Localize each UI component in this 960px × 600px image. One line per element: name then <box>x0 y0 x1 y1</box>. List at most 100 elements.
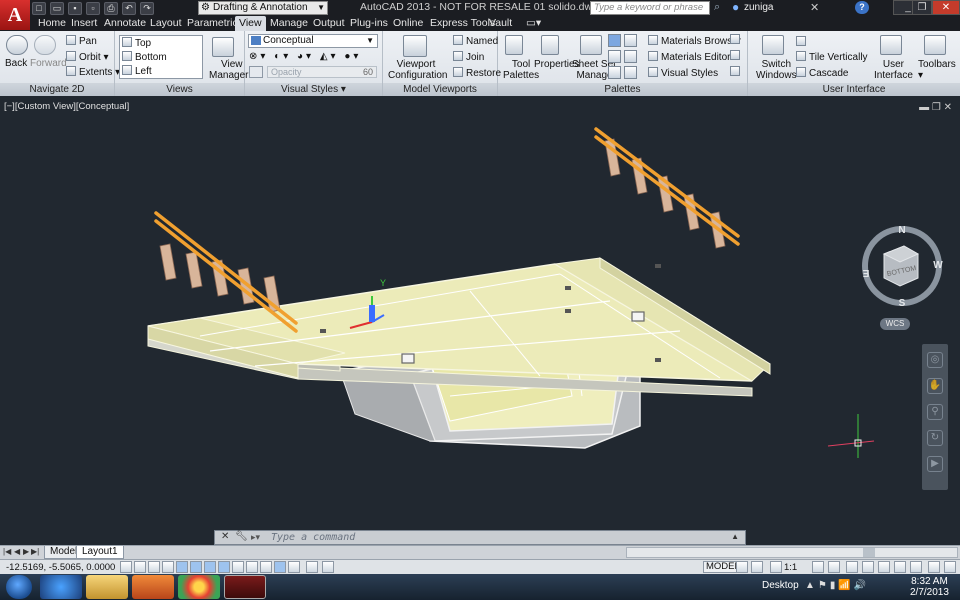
ortho-mode-icon[interactable] <box>162 561 174 573</box>
system-tray-icons[interactable]: ▲⚑▮📶🔊 <box>805 580 869 591</box>
view-item-bottom[interactable]: Bottom <box>122 51 167 63</box>
annotation-scale[interactable]: 1:1 <box>784 562 797 573</box>
grid-display-icon[interactable] <box>148 561 160 573</box>
palette-toggle-icon[interactable] <box>608 34 621 47</box>
close-icon[interactable]: ✕ <box>221 531 229 542</box>
annotation-monitor-icon[interactable] <box>322 561 334 573</box>
palette-toggle-icon[interactable] <box>624 66 637 79</box>
command-input[interactable]: Type a command <box>271 532 355 543</box>
visual-style-dropdown[interactable]: Conceptual ▼ <box>248 34 378 48</box>
lineweight-icon[interactable] <box>260 561 272 573</box>
transparency-icon[interactable] <box>274 561 286 573</box>
first-layout-icon[interactable]: |◀ <box>3 547 11 556</box>
plot-icon[interactable]: ⎙ <box>104 1 118 15</box>
redo-icon[interactable]: ↷ <box>140 1 154 15</box>
materials-editor-button[interactable]: Materials Editor <box>648 51 730 63</box>
visual-styles-palette-button[interactable]: Visual Styles <box>648 67 718 79</box>
visual-style-toolbar[interactable]: ⊗▾ ◐▾ ◕▾ ◭▾ ●▾ <box>249 51 361 62</box>
undo-icon[interactable]: ↶ <box>122 1 136 15</box>
close-button[interactable]: ✕ <box>932 0 960 15</box>
snap-mode-icon[interactable] <box>134 561 146 573</box>
media-player-icon[interactable] <box>132 575 174 599</box>
hardware-acceleration-icon[interactable] <box>878 561 890 573</box>
forward-button[interactable]: Forward <box>30 58 67 69</box>
next-layout-icon[interactable]: ▶ <box>23 547 29 556</box>
desktop-toolbar-label[interactable]: Desktop <box>762 580 799 591</box>
search-input[interactable]: Type a keyword or phrase <box>590 1 710 15</box>
compass-south[interactable]: S <box>899 298 906 308</box>
start-button[interactable] <box>6 575 32 599</box>
clock[interactable]: 8:32 AM 2/7/2013 <box>910 576 949 598</box>
compass-west[interactable]: W <box>933 260 943 271</box>
tab-online[interactable]: Online <box>389 16 427 31</box>
palette-toggle-icon[interactable] <box>624 34 637 47</box>
autocad-taskbar-icon[interactable] <box>224 575 266 599</box>
view-item-top[interactable]: Top <box>122 37 151 49</box>
object-snap-tracking-icon[interactable] <box>218 561 230 573</box>
back-icon[interactable] <box>6 35 28 55</box>
annotation-visibility-icon[interactable] <box>812 561 824 573</box>
auto-scale-icon[interactable] <box>828 561 840 573</box>
object-snap-icon[interactable] <box>190 561 202 573</box>
tile-vertically-button[interactable]: Tile Vertically <box>796 51 868 63</box>
restore-viewports-button[interactable]: Restore <box>453 67 501 79</box>
user-interface-icon[interactable] <box>880 35 902 55</box>
viewport-configuration-button[interactable]: Viewport Configuration <box>388 59 447 81</box>
isolate-objects-icon[interactable] <box>894 561 906 573</box>
quick-view-drawings-icon[interactable] <box>751 561 763 573</box>
command-prompt-icon[interactable]: ▸▾ <box>251 532 260 543</box>
wrench-icon[interactable]: 🔧︎ <box>235 531 248 542</box>
tab-overflow-icon[interactable]: ▭▾ <box>522 16 545 31</box>
help-icon[interactable]: ? <box>855 1 869 14</box>
command-line[interactable]: ✕ 🔧︎ ▸▾ Type a command ▲ <box>214 530 746 545</box>
tab-layout[interactable]: Layout <box>146 16 186 31</box>
restore-button[interactable]: ❐ <box>912 0 932 15</box>
quick-properties-icon[interactable] <box>288 561 300 573</box>
application-menu-button[interactable]: A <box>0 0 30 30</box>
tab-view[interactable]: View <box>235 16 266 31</box>
horizontal-scrollbar[interactable] <box>626 547 958 558</box>
dynamic-input-icon[interactable] <box>246 561 258 573</box>
pan-icon[interactable]: ✋ <box>927 378 943 394</box>
save-icon[interactable]: ▪ <box>68 1 82 15</box>
named-viewports-button[interactable]: Named <box>453 35 498 47</box>
palette-side-icon[interactable] <box>730 66 740 76</box>
workspace-switching-icon[interactable] <box>846 561 858 573</box>
properties-icon[interactable] <box>541 35 559 55</box>
switch-windows-button[interactable]: Switch Windows <box>756 59 797 81</box>
switch-windows-icon[interactable] <box>762 35 784 55</box>
toolbars-button[interactable]: Toolbars ▾ <box>918 59 956 81</box>
showmotion-icon[interactable]: ▶ <box>927 456 943 472</box>
user-icon[interactable]: ● <box>732 0 739 14</box>
chrome-icon[interactable] <box>178 575 220 599</box>
binoculars-icon[interactable]: ⌕ <box>714 1 720 14</box>
last-layout-icon[interactable]: ▶| <box>31 547 39 556</box>
3d-object-snap-icon[interactable] <box>204 561 216 573</box>
coordinates-readout[interactable]: -12.5169, -5.5065, 0.0000 <box>6 562 115 573</box>
annotation-scale-icon[interactable] <box>770 561 782 573</box>
view-manager-icon[interactable] <box>212 37 234 57</box>
zoom-icon[interactable]: ⚲ <box>927 404 943 420</box>
polar-tracking-icon[interactable] <box>176 561 188 573</box>
tab-layout1[interactable]: Layout1 <box>76 546 124 559</box>
user-interface-button[interactable]: User Interface <box>874 59 913 81</box>
back-button[interactable]: Back <box>5 58 27 69</box>
viewcube[interactable]: BOTTOM N S W E <box>860 224 944 308</box>
selection-cycling-icon[interactable] <box>306 561 318 573</box>
pan-button[interactable]: Pan <box>66 35 97 47</box>
orbit-icon[interactable]: ↻ <box>927 430 943 446</box>
tab-manage[interactable]: Manage <box>266 16 312 31</box>
sheet-set-icon[interactable] <box>580 35 602 55</box>
tab-home[interactable]: Home <box>34 16 70 31</box>
exchange-icon[interactable]: ✕ <box>810 1 819 14</box>
dynamic-ucs-icon[interactable] <box>232 561 244 573</box>
palette-side-icon[interactable] <box>730 34 740 44</box>
lock-ui-icon[interactable] <box>862 561 874 573</box>
cascade-button[interactable]: Cascade <box>796 67 848 79</box>
internet-explorer-icon[interactable] <box>40 575 82 599</box>
compass-north[interactable]: N <box>898 225 905 236</box>
forward-icon[interactable] <box>34 35 56 55</box>
tab-output[interactable]: Output <box>309 16 349 31</box>
arrange-icon[interactable] <box>796 36 806 46</box>
opacity-slider[interactable]: Opacity 60 <box>267 66 377 78</box>
